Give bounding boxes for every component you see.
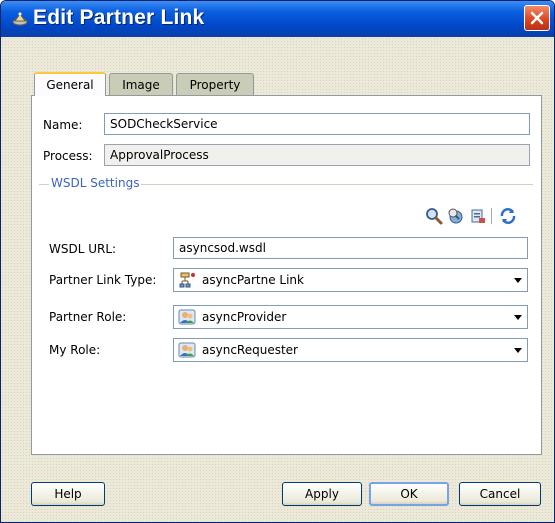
tab-general[interactable]: General (34, 72, 106, 96)
app-icon (11, 11, 29, 27)
process-label: Process: (43, 149, 93, 163)
search-icon[interactable] (425, 207, 443, 225)
cancel-button-label: Cancel (479, 487, 521, 501)
wsdl-url-field[interactable]: asyncsod.wsdl (173, 237, 528, 259)
role-icon (178, 309, 196, 325)
chevron-down-icon (514, 315, 522, 320)
partner-role-select[interactable]: asyncProvider (173, 305, 528, 329)
ok-button-label: OK (400, 487, 418, 501)
cancel-button[interactable]: Cancel (459, 482, 541, 506)
process-field: ApprovalProcess (104, 144, 530, 166)
partner-link-type-label: Partner Link Type: (49, 273, 157, 287)
help-button-label: Help (54, 487, 82, 501)
help-button[interactable]: Help (31, 482, 105, 506)
role-icon (178, 342, 196, 358)
wsdl-settings-group-title: WSDL Settings (49, 176, 142, 190)
apply-button[interactable]: Apply (282, 482, 362, 506)
edit-wsdl-icon[interactable] (469, 207, 487, 225)
browse-services-icon[interactable] (447, 207, 465, 225)
tab-general-label: General (46, 78, 94, 92)
partner-role-value: asyncProvider (202, 310, 287, 324)
close-icon (530, 11, 544, 25)
close-button[interactable] (524, 5, 550, 31)
tab-property[interactable]: Property (176, 73, 254, 95)
partner-link-type-icon (178, 272, 196, 288)
wsdl-url-label: WSDL URL: (49, 242, 117, 256)
partner-link-type-select[interactable]: asyncPartne Link (173, 268, 528, 292)
name-label: Name: (43, 118, 83, 132)
chevron-down-icon (514, 348, 522, 353)
name-field[interactable]: SODCheckService (104, 113, 530, 135)
edit-partner-link-dialog: Edit Partner Link General Image Property… (0, 0, 555, 523)
toolbar-separator (491, 208, 492, 224)
my-role-label: My Role: (49, 343, 101, 357)
title-bar[interactable]: Edit Partner Link (1, 1, 554, 37)
tab-image-label: Image (122, 78, 160, 92)
my-role-value: asyncRequester (202, 343, 298, 357)
partner-link-type-value: asyncPartne Link (202, 273, 304, 287)
dialog-title: Edit Partner Link (33, 6, 205, 29)
tab-property-label: Property (189, 78, 241, 92)
apply-button-label: Apply (305, 487, 339, 501)
partner-role-label: Partner Role: (49, 310, 127, 324)
refresh-icon[interactable] (499, 207, 517, 225)
tab-image[interactable]: Image (109, 73, 173, 95)
chevron-down-icon (514, 278, 522, 283)
my-role-select[interactable]: asyncRequester (173, 338, 528, 362)
ok-button[interactable]: OK (369, 482, 449, 506)
